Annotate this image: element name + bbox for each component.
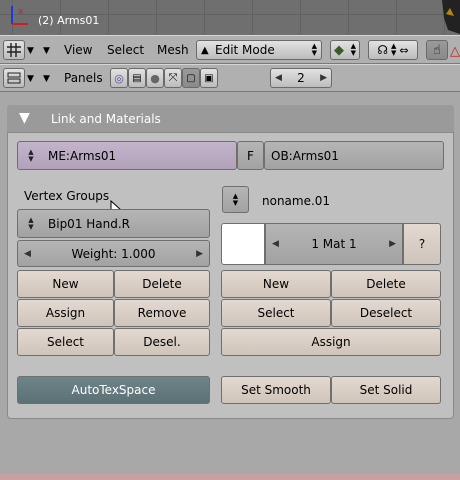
bottom-window-edge bbox=[0, 474, 460, 480]
material-next-icon[interactable]: ▶ bbox=[389, 239, 396, 249]
vertex-group-delete-button[interactable]: Delete bbox=[114, 270, 210, 298]
weight-slider[interactable]: ◀ Weight: 1.000 ▶ bbox=[17, 240, 210, 267]
mode-select[interactable]: ▲ Edit Mode ▲ ▼ bbox=[196, 40, 322, 60]
edit-mode-icon: ▲ bbox=[201, 44, 209, 56]
vertex-group-browse-icon[interactable]: ▲ ▼ bbox=[22, 215, 40, 233]
window-type-grid-icon[interactable] bbox=[3, 40, 25, 60]
collapse-menu-icon[interactable]: ▼ bbox=[43, 74, 50, 84]
pivot-icon: ☊ bbox=[377, 43, 389, 57]
solid-draw-icon: ◆ bbox=[334, 42, 344, 58]
vertex-group-select-button[interactable]: Select bbox=[17, 328, 114, 356]
material-color-swatch[interactable] bbox=[221, 223, 265, 265]
menu-select[interactable]: Select bbox=[107, 43, 144, 57]
viewport-object-title: (2) Arms01 bbox=[38, 14, 100, 27]
pivot-select[interactable]: ☊ ▲ ▼ ⇔ bbox=[368, 40, 418, 60]
mode-label: Edit Mode bbox=[215, 43, 275, 57]
mesh-browse-icon[interactable]: ▲ ▼ bbox=[22, 147, 40, 165]
object-icon[interactable]: ⤧ bbox=[164, 68, 182, 88]
window-type-dropdown-icon[interactable]: ▼ bbox=[27, 46, 34, 56]
material-new-button[interactable]: New bbox=[221, 270, 331, 298]
frame-value: 2 bbox=[297, 71, 305, 85]
panels-header: ▼ ▼ Panels ◎ ▤ ● ⤧ ▢ ▣ ◀ 2 ▶ bbox=[0, 64, 460, 92]
mesh-name: ME:Arms01 bbox=[48, 148, 117, 163]
vertex-group-select[interactable]: ▲ ▼ Bip01 Hand.R bbox=[17, 209, 210, 238]
updown-icon: ▲ ▼ bbox=[311, 42, 317, 57]
buttons-header: ▼ ▼ View Select Mesh ▲ Edit Mode ▲ ▼ ◆ ▲ ▼… bbox=[0, 35, 460, 64]
widget-icon: ⇔ bbox=[399, 43, 409, 57]
uv-browse-button[interactable]: ▲ ▼ bbox=[222, 186, 249, 213]
vertex-group-assign-button[interactable]: Assign bbox=[17, 299, 114, 327]
menu-view[interactable]: View bbox=[64, 43, 92, 57]
collapse-triangle-icon[interactable]: ▼ bbox=[19, 110, 30, 126]
material-select-button[interactable]: Select bbox=[221, 299, 331, 327]
axis-gizmo-icon: x bbox=[11, 6, 28, 25]
material-index-field[interactable]: ◀ 1 Mat 1 ▶ bbox=[265, 223, 403, 265]
hand-icon[interactable]: ☝ bbox=[426, 40, 448, 60]
hand-glyph-icon: ☝ bbox=[433, 42, 441, 58]
mesh-object-icon bbox=[442, 0, 460, 34]
material-assign-button[interactable]: Assign bbox=[221, 328, 441, 356]
manipulator-icon[interactable]: △ bbox=[450, 44, 460, 59]
uv-name: noname.01 bbox=[262, 194, 331, 208]
script-icon[interactable]: ▤ bbox=[128, 68, 146, 88]
material-delete-button[interactable]: Delete bbox=[331, 270, 441, 298]
set-solid-button[interactable]: Set Solid bbox=[331, 376, 441, 404]
shading-icon[interactable]: ● bbox=[146, 68, 164, 88]
material-label: 1 Mat 1 bbox=[311, 237, 357, 251]
updown-icon: ▲ ▼ bbox=[232, 191, 239, 207]
editing-icon[interactable]: ▢ bbox=[182, 68, 200, 88]
updown-icon: ▲ ▼ bbox=[350, 42, 356, 57]
frame-number-field[interactable]: ◀ 2 ▶ bbox=[270, 68, 332, 88]
logic-icon[interactable]: ◎ bbox=[110, 68, 128, 88]
window-type-buttons-icon[interactable] bbox=[3, 68, 25, 88]
set-smooth-button[interactable]: Set Smooth bbox=[221, 376, 331, 404]
updown-icon: ▲ ▼ bbox=[391, 42, 397, 57]
object-name-field[interactable]: OB:Arms01 bbox=[264, 141, 444, 170]
vertex-group-new-button[interactable]: New bbox=[17, 270, 114, 298]
window-type-dropdown-icon[interactable]: ▼ bbox=[27, 74, 34, 84]
autotexspace-button[interactable]: AutoTexSpace bbox=[17, 376, 210, 404]
weight-value: Weight: 1.000 bbox=[71, 246, 156, 261]
weight-decrement-icon[interactable]: ◀ bbox=[24, 249, 31, 259]
panels-label: Panels bbox=[64, 71, 103, 85]
mesh-datablock-field[interactable]: ▲ ▼ ME:Arms01 bbox=[17, 141, 237, 170]
frame-increment-icon[interactable]: ▶ bbox=[320, 73, 327, 83]
collapse-menu-icon[interactable]: ▼ bbox=[43, 46, 50, 56]
svg-text:x: x bbox=[18, 7, 24, 17]
vertex-group-deselect-button[interactable]: Desel. bbox=[114, 328, 210, 356]
panel-title: Link and Materials bbox=[51, 112, 161, 126]
menu-mesh[interactable]: Mesh bbox=[157, 43, 189, 57]
3d-viewport[interactable]: x (2) Arms01 bbox=[0, 0, 460, 35]
draw-type-select[interactable]: ◆ ▲ ▼ bbox=[330, 40, 360, 60]
object-name: OB:Arms01 bbox=[271, 148, 339, 163]
panel-header[interactable]: ▼ Link and Materials bbox=[7, 105, 454, 133]
scene-icon[interactable]: ▣ bbox=[200, 68, 218, 88]
fake-user-button[interactable]: F bbox=[237, 141, 264, 170]
frame-decrement-icon[interactable]: ◀ bbox=[275, 73, 282, 83]
material-prev-icon[interactable]: ◀ bbox=[272, 239, 279, 249]
fake-user-label: F bbox=[247, 148, 254, 163]
vertex-group-name: Bip01 Hand.R bbox=[48, 216, 131, 231]
material-deselect-button[interactable]: Deselect bbox=[331, 299, 441, 327]
vertex-group-remove-button[interactable]: Remove bbox=[114, 299, 210, 327]
weight-increment-icon[interactable]: ▶ bbox=[196, 249, 203, 259]
material-help-button[interactable]: ? bbox=[403, 223, 441, 265]
vertex-groups-label: Vertex Groups bbox=[24, 189, 110, 203]
